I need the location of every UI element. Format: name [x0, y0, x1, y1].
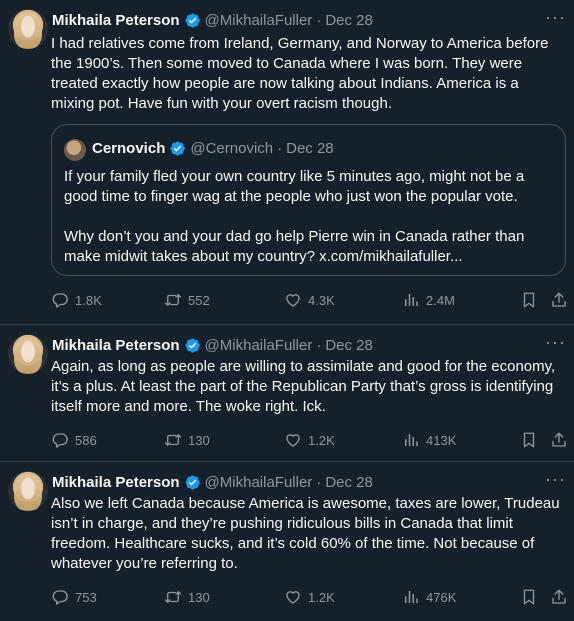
tweet-header: Mikhaila Peterson @MikhailaFuller · Dec … [52, 10, 373, 30]
reply-icon [51, 291, 69, 309]
views-button[interactable]: 413K [402, 429, 456, 451]
quote-paragraph: Why don’t you and your dad go help Pierr… [64, 228, 525, 265]
like-count: 1.2K [308, 432, 335, 448]
repost-button[interactable]: 552 [164, 289, 210, 311]
reply-button[interactable]: 1.8K [51, 289, 102, 311]
view-count: 413K [426, 432, 457, 448]
views-icon [402, 291, 420, 309]
reply-count: 586 [75, 432, 97, 448]
like-button[interactable]: 1.2K [284, 429, 335, 451]
share-button[interactable] [550, 289, 568, 311]
quote-header: Cernovich @Cernovich · Dec 28 [92, 140, 334, 157]
action-bar: 586 130 1.2K 413K [51, 429, 571, 451]
tweet-header: Mikhaila Peterson @MikhailaFuller · Dec … [52, 335, 373, 355]
bookmark-icon [520, 431, 538, 449]
verified-badge-icon [184, 12, 201, 29]
verified-badge-icon [184, 474, 201, 491]
share-button[interactable] [550, 429, 568, 451]
quote-date: Dec 28 [286, 140, 334, 157]
tweet-date[interactable]: Dec 28 [325, 12, 373, 29]
repost-icon [164, 431, 182, 449]
separator-dot: · [316, 473, 322, 491]
bookmark-icon [520, 291, 538, 309]
author-name[interactable]: Mikhaila Peterson [52, 337, 180, 354]
reply-count: 1.8K [75, 292, 102, 308]
more-icon[interactable]: ··· [545, 470, 566, 488]
tweet-header: Mikhaila Peterson @MikhailaFuller · Dec … [52, 472, 373, 492]
reply-button[interactable]: 753 [51, 586, 97, 608]
avatar[interactable] [8, 9, 48, 49]
repost-icon [164, 291, 182, 309]
like-count: 4.3K [308, 292, 335, 308]
views-icon [402, 431, 420, 449]
quote-author-handle: @Cernovich [190, 140, 274, 157]
quote-author-name: Cernovich [92, 140, 166, 157]
tweet-date[interactable]: Dec 28 [325, 474, 373, 491]
tweet-date[interactable]: Dec 28 [325, 337, 373, 354]
reply-count: 753 [75, 589, 97, 605]
verified-badge-icon [169, 140, 186, 157]
tweet[interactable]: Mikhaila Peterson @MikhailaFuller · Dec … [0, 0, 574, 324]
like-button[interactable]: 4.3K [284, 289, 335, 311]
quote-text: If your family fled your own country lik… [64, 167, 559, 267]
separator-dot: · [277, 140, 283, 157]
repost-button[interactable]: 130 [164, 586, 210, 608]
reply-button[interactable]: 586 [51, 429, 97, 451]
reply-icon [51, 588, 69, 606]
author-handle[interactable]: @MikhailaFuller [205, 12, 313, 29]
tweet[interactable]: Mikhaila Peterson @MikhailaFuller · Dec … [0, 324, 574, 462]
avatar[interactable] [8, 334, 48, 374]
views-icon [402, 588, 420, 606]
view-count: 2.4M [426, 292, 455, 308]
repost-count: 130 [188, 432, 210, 448]
tweet[interactable]: Mikhaila Peterson @MikhailaFuller · Dec … [0, 461, 574, 621]
tweet-text: I had relatives come from Ireland, Germa… [51, 35, 549, 112]
like-icon [284, 588, 302, 606]
like-icon [284, 431, 302, 449]
avatar[interactable] [8, 471, 48, 511]
quoted-tweet[interactable]: Cernovich @Cernovich · Dec 28 If your fa… [51, 124, 566, 276]
repost-count: 130 [188, 589, 210, 605]
action-bar: 753 130 1.2K 476K [51, 586, 571, 608]
author-name[interactable]: Mikhaila Peterson [52, 474, 180, 491]
quote-paragraph: If your family fled your own country lik… [64, 168, 525, 205]
views-button[interactable]: 476K [402, 586, 456, 608]
avatar[interactable] [64, 139, 86, 161]
separator-dot: · [316, 11, 322, 29]
tweet-text: Also we left Canada because America is a… [51, 495, 560, 572]
reply-icon [51, 431, 69, 449]
view-count: 476K [426, 589, 457, 605]
bookmark-button[interactable] [520, 289, 538, 311]
share-icon [550, 588, 568, 606]
share-button[interactable] [550, 586, 568, 608]
more-icon[interactable]: ··· [545, 8, 566, 26]
repost-count: 552 [188, 292, 210, 308]
share-icon [550, 291, 568, 309]
separator-dot: · [316, 336, 322, 354]
author-handle[interactable]: @MikhailaFuller [205, 337, 313, 354]
share-icon [550, 431, 568, 449]
author-name[interactable]: Mikhaila Peterson [52, 12, 180, 29]
bookmark-button[interactable] [520, 429, 538, 451]
action-bar: 1.8K 552 4.3K 2.4M [51, 289, 571, 311]
bookmark-button[interactable] [520, 586, 538, 608]
repost-icon [164, 588, 182, 606]
bookmark-icon [520, 588, 538, 606]
author-handle[interactable]: @MikhailaFuller [205, 474, 313, 491]
more-icon[interactable]: ··· [545, 333, 566, 351]
views-button[interactable]: 2.4M [402, 289, 455, 311]
like-count: 1.2K [308, 589, 335, 605]
like-icon [284, 291, 302, 309]
like-button[interactable]: 1.2K [284, 586, 335, 608]
verified-badge-icon [184, 337, 201, 354]
tweet-text: Again, as long as people are willing to … [51, 358, 556, 415]
repost-button[interactable]: 130 [164, 429, 210, 451]
